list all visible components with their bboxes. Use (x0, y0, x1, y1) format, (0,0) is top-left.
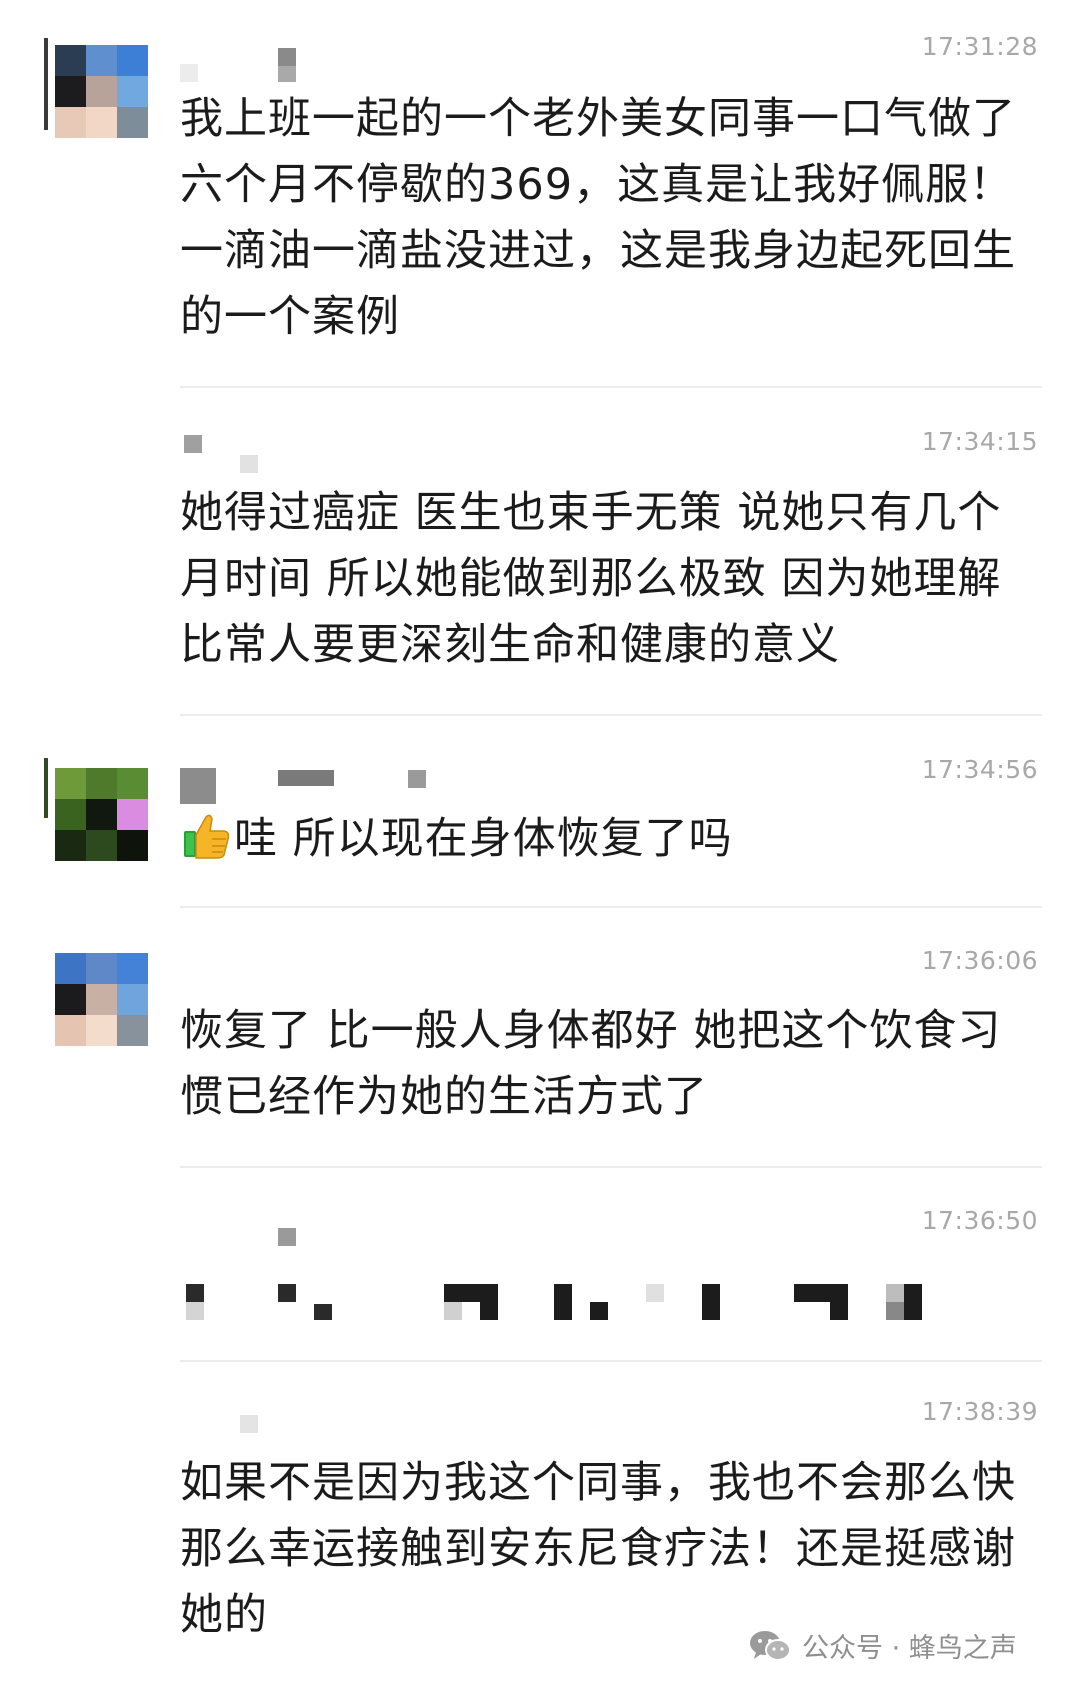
message-time: 17:36:06 (921, 946, 1038, 975)
divider (180, 906, 1042, 908)
message-text: 恢复了 比一般人身体都好 她把这个饮食习惯已经作为她的生活方式了 (180, 1006, 1002, 1122)
chat-list: 17:31:28 我上班一起的一个老外美女同事一口气做了六个月不停歇的369，这… (0, 0, 1080, 1686)
wechat-icon (750, 1630, 791, 1661)
sender-name-redacted (180, 435, 480, 485)
divider (180, 1166, 1042, 1168)
message-time: 17:36:50 (921, 1206, 1038, 1235)
divider (180, 1360, 1042, 1362)
avatar[interactable] (55, 45, 148, 138)
edge-mark (44, 758, 48, 818)
message-time: 17:34:15 (921, 427, 1038, 456)
message-text: 她得过癌症 医生也束手无策 说她只有几个月时间 所以她能做到那么极致 因为她理解… (180, 488, 1002, 670)
divider (180, 714, 1042, 716)
thumbs-up-icon (184, 814, 230, 859)
message-text-redacted (180, 1284, 940, 1334)
message-text: 哇 所以现在身体恢复了吗 (180, 806, 1040, 872)
edge-mark (44, 38, 48, 130)
sender-name-redacted (180, 1228, 480, 1278)
divider (180, 386, 1042, 388)
avatar[interactable] (55, 953, 148, 1046)
message-text: 如果不是因为我这个同事，我也不会那么快那么幸运接触到安东尼食疗法！还是挺感谢她的 (180, 1458, 1016, 1640)
avatar[interactable] (55, 768, 148, 861)
watermark-text: 公众号 · 蜂鸟之声 (802, 1633, 1017, 1664)
message-text-content: 哇 所以现在身体恢复了吗 (234, 814, 733, 864)
watermark: 公众号 · 蜂鸟之声 (748, 1626, 1017, 1665)
message-time: 17:34:56 (921, 755, 1038, 784)
message-time: 17:31:28 (921, 32, 1038, 61)
message-time: 17:38:39 (921, 1397, 1038, 1426)
message-text: 我上班一起的一个老外美女同事一口气做了六个月不停歇的369，这真是让我好佩服！一… (180, 94, 1016, 342)
